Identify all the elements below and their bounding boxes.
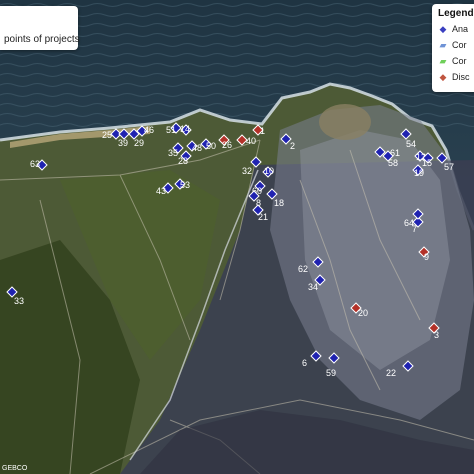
marker-label: 26 [222,140,232,150]
diamond-icon: ◆ [439,72,447,82]
marker-label: 64 [404,218,414,228]
marker-label: 18 [274,198,284,208]
marker-label: 29 [134,138,144,148]
marker-label: 3 [434,330,439,340]
marker-label: 32 [242,166,252,176]
bare-hill [319,104,371,140]
marker-label: 63 [30,159,40,169]
marker-label: 59 [326,368,336,378]
map-title: points of projects [4,34,80,45]
attribution: GEBCO [2,465,28,472]
marker-label: 10 [264,166,274,176]
marker-label: 43 [156,186,166,196]
legend-item-analyzed[interactable]: ◆ Ana [438,24,468,35]
marker-label: 21 [258,212,268,222]
marker-label: 62 [298,264,308,274]
marker-label: 9 [424,252,429,262]
marker-label: 1 [260,126,265,136]
marker-label: 51 [166,125,176,135]
marker-label: 40 [246,136,256,146]
marker-label: 20 [358,308,368,318]
marker-label: 14 [180,124,190,134]
marker-label: 53 [180,180,190,190]
marker-label: 58 [388,158,398,168]
marker-label: 39 [118,138,128,148]
marker-label: 33 [14,296,24,306]
marker-label: 54 [406,139,416,149]
marker-label: 22 [386,368,396,378]
marker-label: 57 [444,162,454,172]
marker-label: 15 [422,158,432,168]
satellite-map[interactable]: 2539 2946 51 1448 50 26 4012352863534332 10608 1… [0,0,474,474]
marker-label: 50 [206,141,216,151]
project-marker-10[interactable]: 10 [262,166,274,178]
marker-label: 28 [178,156,188,166]
marker-label: 48 [192,143,202,153]
project-marker-14[interactable]: 14 [180,124,192,136]
marker-label: 2 [290,141,295,151]
legend-item-corridor-green[interactable]: ▰ Cor [438,56,467,67]
polygon-icon: ▰ [439,56,447,66]
legend-panel: Legend ◆ Ana ▰ Cor ▰ Cor ◆ Disc [432,4,474,92]
marker-label: 46 [144,125,154,135]
marker-label: 35 [168,148,178,158]
marker-label: 19 [414,168,424,178]
legend-item-corridor-blue[interactable]: ▰ Cor [438,40,467,51]
marker-label: 25 [102,130,112,140]
legend-title: Legend [438,8,474,19]
marker-label: 6 [302,358,307,368]
legend-item-discarded[interactable]: ◆ Disc [438,72,470,83]
polygon-icon: ▰ [439,40,447,50]
diamond-icon: ◆ [439,24,447,34]
map-title-panel: points of projects [0,6,80,50]
marker-label: 34 [308,282,318,292]
